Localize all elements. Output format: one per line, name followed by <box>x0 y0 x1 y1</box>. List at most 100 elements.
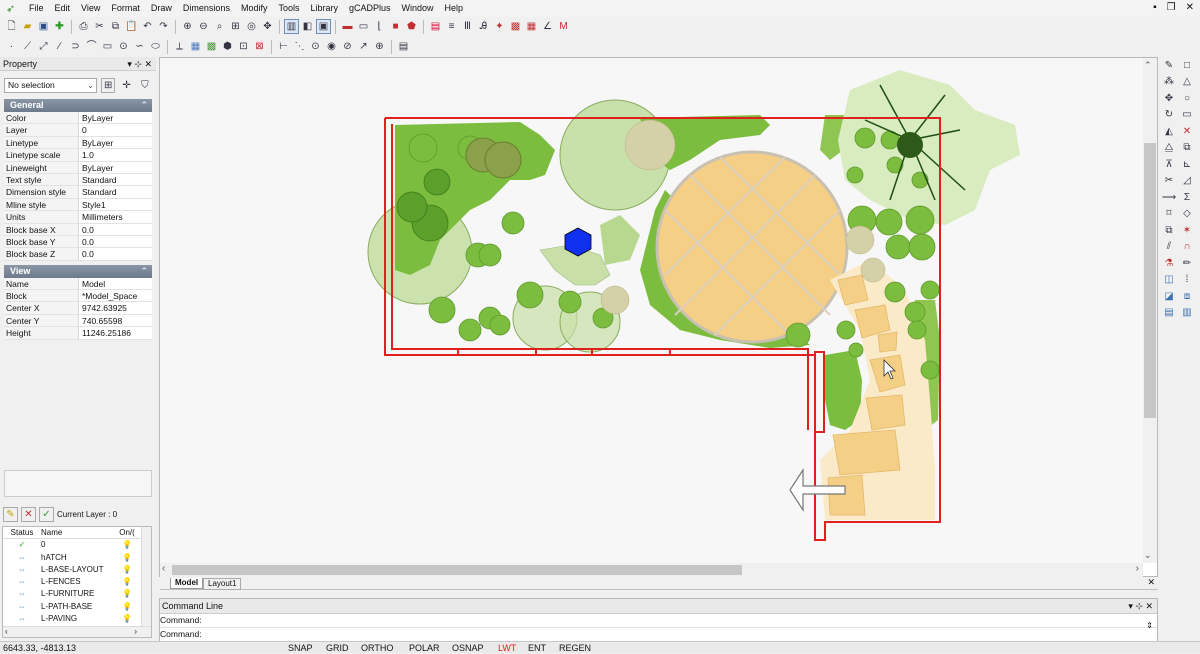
close-icon[interactable]: ✕ <box>1186 2 1194 13</box>
bulb-icon[interactable]: 💡 <box>117 601 137 613</box>
copy-icon[interactable]: ⧉ <box>108 19 123 34</box>
general-row[interactable]: Lineweight ByLayer <box>4 161 152 174</box>
general-section-header[interactable]: General ⌃ <box>4 99 152 112</box>
view-row[interactable]: Name Model <box>4 277 152 291</box>
view-row[interactable]: Block *Model_Space <box>4 290 152 303</box>
zoom-realtime-icon[interactable]: ◎ <box>244 19 259 34</box>
polyline-icon[interactable]: ⊃ <box>68 39 83 54</box>
menu-draw[interactable]: Draw <box>146 0 178 17</box>
layer-vscroll[interactable] <box>141 527 151 637</box>
redo-icon[interactable]: ↷ <box>156 19 171 34</box>
copy-icon[interactable]: ⧉ <box>1178 140 1196 157</box>
restore-icon[interactable]: ❐ <box>1167 2 1176 13</box>
dim-aligned-icon[interactable]: ⋱ <box>292 39 307 54</box>
minimize-icon[interactable]: ▪ <box>1153 2 1157 13</box>
name-header[interactable]: Name <box>41 527 117 538</box>
general-value[interactable]: 0.0 <box>79 236 152 247</box>
layer-row[interactable]: ⇔ L-FENCES 💡 <box>3 576 151 588</box>
trim-icon[interactable]: ✂ <box>1160 173 1178 190</box>
close-tab-icon[interactable]: ✕ <box>1147 577 1155 588</box>
point-icon[interactable]: · <box>4 39 19 54</box>
menu-library[interactable]: Library <box>305 0 344 17</box>
menu-modify[interactable]: Modify <box>236 0 274 17</box>
menu-view[interactable]: View <box>76 0 106 17</box>
bulb-icon[interactable]: 💡 <box>117 588 137 600</box>
menu-format[interactable]: Format <box>106 0 146 17</box>
layer-status-icon[interactable]: ⇔ <box>3 564 41 576</box>
circle-icon[interactable]: ⊙ <box>116 39 131 54</box>
general-row[interactable]: Block base Z 0.0 <box>4 248 152 261</box>
general-row[interactable]: Layer 0 <box>4 124 152 137</box>
delete-layer-icon[interactable]: ✕ <box>21 507 36 522</box>
scroll-down-icon[interactable]: ⌄ <box>1144 550 1152 561</box>
layer-status-icon[interactable]: ⇔ <box>3 576 41 588</box>
node-icon[interactable]: ⁂ <box>1160 74 1178 91</box>
break-icon[interactable]: ⌑ <box>1160 206 1178 223</box>
general-row[interactable]: Dimension style Standard <box>4 186 152 199</box>
menu-dimensions[interactable]: Dimensions <box>178 0 236 17</box>
open-icon[interactable]: ▰ <box>20 19 35 34</box>
layout-icon[interactable]: ▥ <box>284 19 299 34</box>
book-icon[interactable]: ▭ <box>356 19 371 34</box>
layer-icon[interactable]: ▬ <box>340 19 355 34</box>
general-row[interactable]: Block base X 0.0 <box>4 223 152 236</box>
zoom-in-icon[interactable]: ⊕ <box>180 19 195 34</box>
circle-icon[interactable]: ○ <box>1178 90 1196 107</box>
zoom-out-icon[interactable]: ⊖ <box>196 19 211 34</box>
linetype-icon[interactable]: Ⅲ <box>460 19 475 34</box>
general-value[interactable]: 0.0 <box>79 248 152 259</box>
menu-file[interactable]: File <box>24 0 50 17</box>
cross-icon[interactable]: ✕ <box>1178 123 1196 140</box>
tab-model[interactable]: Model <box>170 578 204 589</box>
layer-hscroll[interactable]: ‹ › <box>3 626 151 637</box>
menu-help[interactable]: Help <box>440 0 470 17</box>
polar-toggle[interactable]: POLAR <box>409 642 440 654</box>
menu-tools[interactable]: Tools <box>273 0 305 17</box>
triangle-icon[interactable]: △ <box>1178 74 1196 91</box>
osnap-toggle[interactable]: OSNAP <box>452 642 484 654</box>
save-icon[interactable]: ▣ <box>36 19 51 34</box>
print-icon[interactable]: ⎙ <box>76 19 91 34</box>
layer-row[interactable]: ⇔ L-PATH-BASE 💡 <box>3 601 151 613</box>
leader-icon[interactable]: ↗ <box>356 39 371 54</box>
general-value[interactable]: 1.0 <box>79 149 152 160</box>
hatch2-icon[interactable]: ⊠ <box>252 39 267 54</box>
offset-icon[interactable]: ⫽ <box>1160 239 1178 256</box>
menu-gcadplus[interactable]: gCADPlus <box>344 0 397 17</box>
status-header[interactable]: Status <box>3 527 41 538</box>
layer-row[interactable]: ⇔ L-PAVING 💡 <box>3 613 151 625</box>
quick-select-icon[interactable]: ⊞ <box>101 78 116 93</box>
ellipse-icon[interactable]: ⬭ <box>148 39 163 54</box>
layers-icon[interactable]: ⧈ <box>1178 288 1196 305</box>
center-icon[interactable]: ⊕ <box>372 39 387 54</box>
general-row[interactable]: Linetype scale 1.0 <box>4 149 152 162</box>
layer-row[interactable]: ✓ 0 💡 <box>3 539 151 551</box>
panel-pin-icon[interactable]: ▾ ⊹ ✕ <box>127 57 152 71</box>
triangle2-icon[interactable]: ⧋ <box>1160 140 1178 157</box>
layer-status-icon[interactable]: ⇔ <box>3 601 41 613</box>
layer-row[interactable]: ⇔ L-BASE-LAYOUT 💡 <box>3 564 151 576</box>
stop-icon[interactable]: ■ <box>388 19 403 34</box>
arc-icon[interactable]: ⌒ <box>84 39 99 54</box>
color-icon[interactable]: ▤ <box>428 19 443 34</box>
scroll-left-icon[interactable]: ‹ <box>162 563 165 574</box>
rotate-icon[interactable]: ↻ <box>1160 107 1178 124</box>
ray-icon[interactable]: ∕ <box>52 39 67 54</box>
tools-icon[interactable]: Ꭿ <box>476 19 491 34</box>
lwt-toggle[interactable]: LWT <box>498 642 516 654</box>
undo-icon[interactable]: ↶ <box>140 19 155 34</box>
general-value[interactable]: Style1 <box>79 199 152 210</box>
ent-toggle[interactable]: ENT <box>528 642 546 654</box>
bulb-icon[interactable]: 💡 <box>117 576 137 588</box>
mirror-icon[interactable]: ◭ <box>1160 123 1178 140</box>
dim-icon[interactable]: ⟂ <box>172 39 187 54</box>
scroll-right-icon[interactable]: › <box>1136 563 1139 574</box>
paste-icon[interactable]: 📋 <box>124 19 139 34</box>
rect-icon[interactable]: ▭ <box>1178 107 1196 124</box>
extend-icon[interactable]: ⟶ <box>1160 189 1178 206</box>
general-value[interactable]: ByLayer <box>79 137 152 148</box>
stretch-icon[interactable]: ⧉ <box>1160 222 1178 239</box>
layer-status-icon[interactable]: ⇔ <box>3 588 41 600</box>
view-value[interactable]: 740.65598 <box>79 315 152 326</box>
general-row[interactable]: Color ByLayer <box>4 112 152 125</box>
